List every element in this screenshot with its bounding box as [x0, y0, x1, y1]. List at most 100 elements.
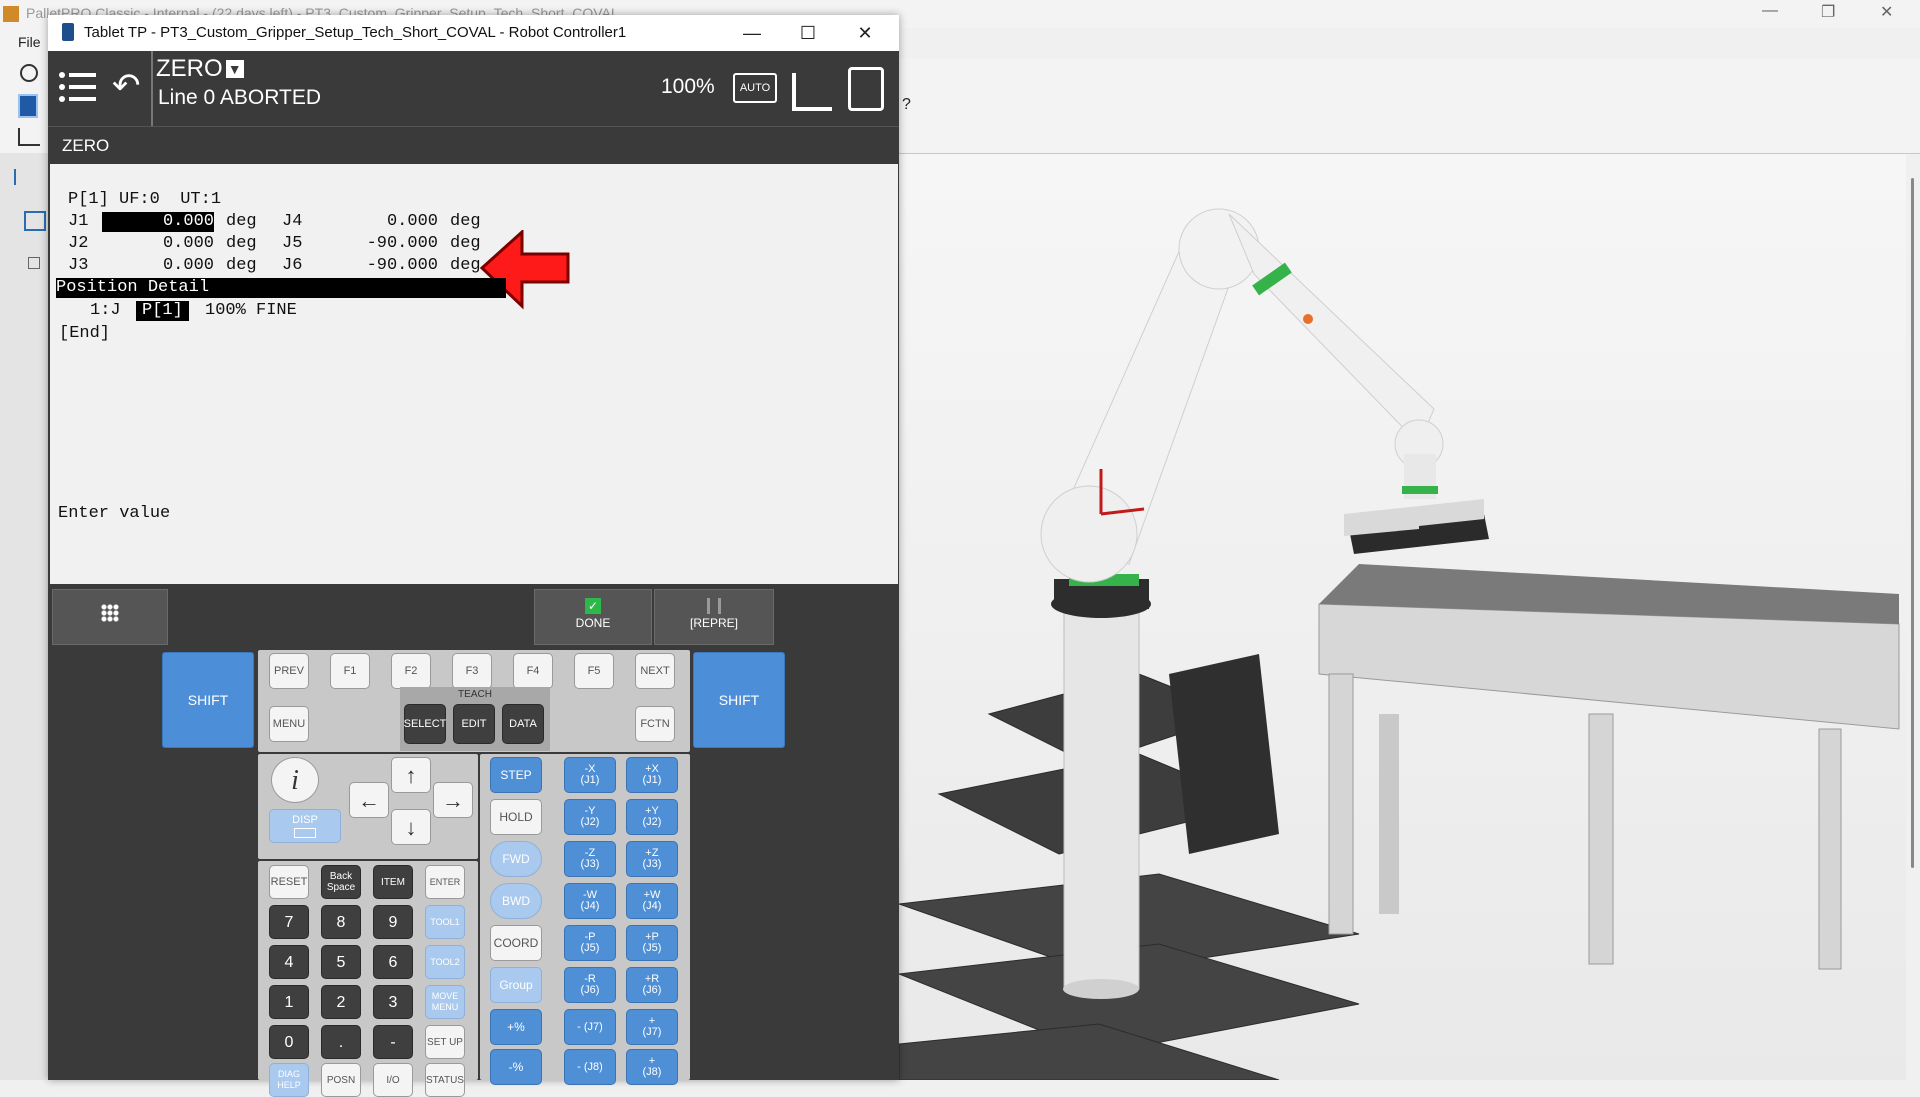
move-menu-key[interactable]: MOVE MENU	[425, 985, 465, 1019]
backspace-key[interactable]: Back Space	[321, 865, 361, 899]
program-line-number[interactable]: 1:J	[90, 301, 121, 321]
jog-minus-j7[interactable]: - (J7)	[564, 1009, 616, 1045]
menu-icon[interactable]	[58, 67, 98, 107]
back-arrow-icon[interactable]: ↶	[112, 69, 141, 103]
status-key[interactable]: STATUS	[425, 1063, 465, 1097]
select-key[interactable]: SELECT	[404, 704, 446, 744]
jog-minus-j2[interactable]: -Y (J2)	[564, 799, 616, 835]
coord-key[interactable]: COORD	[490, 925, 542, 961]
shift-left-button[interactable]: SHIFT	[162, 652, 254, 748]
grid-menu-button[interactable]	[52, 589, 168, 645]
setup-key[interactable]: SET UP	[425, 1025, 465, 1059]
next-key[interactable]: NEXT	[635, 653, 675, 689]
jog-minus-j3[interactable]: -Z (J3)	[564, 841, 616, 877]
reset-key[interactable]: RESET	[269, 865, 309, 899]
joint-value-j6[interactable]: -90.000	[316, 256, 438, 276]
info-icon: i	[291, 764, 299, 796]
joint-value-j4[interactable]: 0.000	[316, 212, 438, 232]
arrow-left-key[interactable]: ←	[349, 782, 389, 818]
data-key[interactable]: DATA	[502, 704, 544, 744]
key-6[interactable]: 6	[373, 945, 413, 979]
tp-edit-screen[interactable]: P[1] UF:0 UT:1 J1 0.000 deg J2 0.000 deg…	[50, 164, 898, 584]
tree-icon[interactable]	[14, 169, 34, 185]
menu-file[interactable]: File	[18, 34, 41, 50]
menu-key[interactable]: MENU	[269, 706, 309, 742]
step-key[interactable]: STEP	[490, 757, 542, 793]
shift-right-button[interactable]: SHIFT	[693, 652, 785, 748]
jog-plus-j4[interactable]: +W (J4)	[626, 883, 678, 919]
key-4[interactable]: 4	[269, 945, 309, 979]
arrow-right-key[interactable]: →	[433, 782, 473, 818]
dropdown-icon[interactable]: ▼	[225, 60, 244, 78]
key-9[interactable]: 9	[373, 905, 413, 939]
jog-plus-j6[interactable]: +R (J6)	[626, 967, 678, 1003]
frame-icon[interactable]	[24, 211, 46, 231]
jog-plus-j1[interactable]: +X (J1)	[626, 757, 678, 793]
prev-key[interactable]: PREV	[269, 653, 309, 689]
f5-key[interactable]: F5	[574, 653, 614, 689]
disp-key[interactable]: DISP	[269, 809, 341, 843]
jog-minus-j6[interactable]: -R (J6)	[564, 967, 616, 1003]
key-8[interactable]: 8	[321, 905, 361, 939]
f2-key[interactable]: F2	[391, 653, 431, 689]
hold-key[interactable]: HOLD	[490, 799, 542, 835]
enter-key[interactable]: ENTER	[425, 865, 465, 899]
arrow-up-key[interactable]: ↑	[391, 757, 431, 793]
fctn-key[interactable]: FCTN	[635, 706, 675, 742]
key-0[interactable]: 0	[269, 1025, 309, 1059]
jog-plus-j7[interactable]: + (J7)	[626, 1009, 678, 1045]
key-5[interactable]: 5	[321, 945, 361, 979]
edit-key[interactable]: EDIT	[453, 704, 495, 744]
done-button[interactable]: ✓ DONE	[534, 589, 652, 645]
viewport-scrollbar[interactable]	[1906, 154, 1920, 1080]
bwd-key[interactable]: BWD	[490, 883, 542, 919]
jog-plus-j2[interactable]: +Y (J2)	[626, 799, 678, 835]
speed-up-key[interactable]: +%	[490, 1009, 542, 1045]
minimize-icon[interactable]: —	[1762, 2, 1778, 20]
jog-minus-j5[interactable]: -P (J5)	[564, 925, 616, 961]
program-line-position[interactable]: P[1]	[136, 301, 189, 321]
joint-value-j5[interactable]: -90.000	[316, 234, 438, 254]
jog-plus-j3[interactable]: +Z (J3)	[626, 841, 678, 877]
collapse-icon[interactable]	[28, 257, 40, 269]
close-icon[interactable]: ✕	[1880, 2, 1893, 22]
key-2[interactable]: 2	[321, 985, 361, 1019]
restore-icon[interactable]: ❐	[1821, 2, 1835, 22]
3d-viewport[interactable]	[899, 154, 1920, 1080]
f4-key[interactable]: F4	[513, 653, 553, 689]
maximize-icon[interactable]: ☐	[790, 19, 826, 47]
f3-key[interactable]: F3	[452, 653, 492, 689]
close-icon[interactable]: ✕	[847, 19, 883, 47]
joint-value-j2[interactable]: 0.000	[102, 234, 214, 254]
arrow-down-key[interactable]: ↓	[391, 809, 431, 845]
diag-help-key[interactable]: DIAG HELP	[269, 1063, 309, 1097]
fwd-key[interactable]: FWD	[490, 841, 542, 877]
key-7[interactable]: 7	[269, 905, 309, 939]
teach-pendant-icon[interactable]	[18, 94, 38, 118]
program-name[interactable]: ZERO ▼	[156, 55, 244, 83]
group-key[interactable]: Group	[490, 967, 542, 1003]
tool1-key[interactable]: TOOL1	[425, 905, 465, 939]
jog-plus-j5[interactable]: +P (J5)	[626, 925, 678, 961]
help-icon[interactable]: ?	[902, 96, 911, 114]
item-key[interactable]: ITEM	[373, 865, 413, 899]
override-percent[interactable]: 100%	[661, 75, 715, 99]
joint-value-j1[interactable]: 0.000	[102, 212, 214, 232]
f1-key[interactable]: F1	[330, 653, 370, 689]
touch-icon[interactable]	[848, 67, 884, 111]
posn-key[interactable]: POSN	[321, 1063, 361, 1097]
key-3[interactable]: 3	[373, 985, 413, 1019]
repre-button[interactable]: [REPRE]	[654, 589, 774, 645]
jog-minus-j4[interactable]: -W (J4)	[564, 883, 616, 919]
search-icon[interactable]	[20, 64, 38, 82]
key-1[interactable]: 1	[269, 985, 309, 1019]
joint-value-j3[interactable]: 0.000	[102, 256, 214, 276]
chart-icon[interactable]	[18, 128, 40, 146]
key-minus[interactable]: -	[373, 1025, 413, 1059]
io-key[interactable]: I/O	[373, 1063, 413, 1097]
minimize-icon[interactable]: —	[734, 19, 770, 47]
jog-minus-j1[interactable]: -X (J1)	[564, 757, 616, 793]
key-dot[interactable]: .	[321, 1025, 361, 1059]
info-key[interactable]: i	[271, 757, 319, 803]
tool2-key[interactable]: TOOL2	[425, 945, 465, 979]
